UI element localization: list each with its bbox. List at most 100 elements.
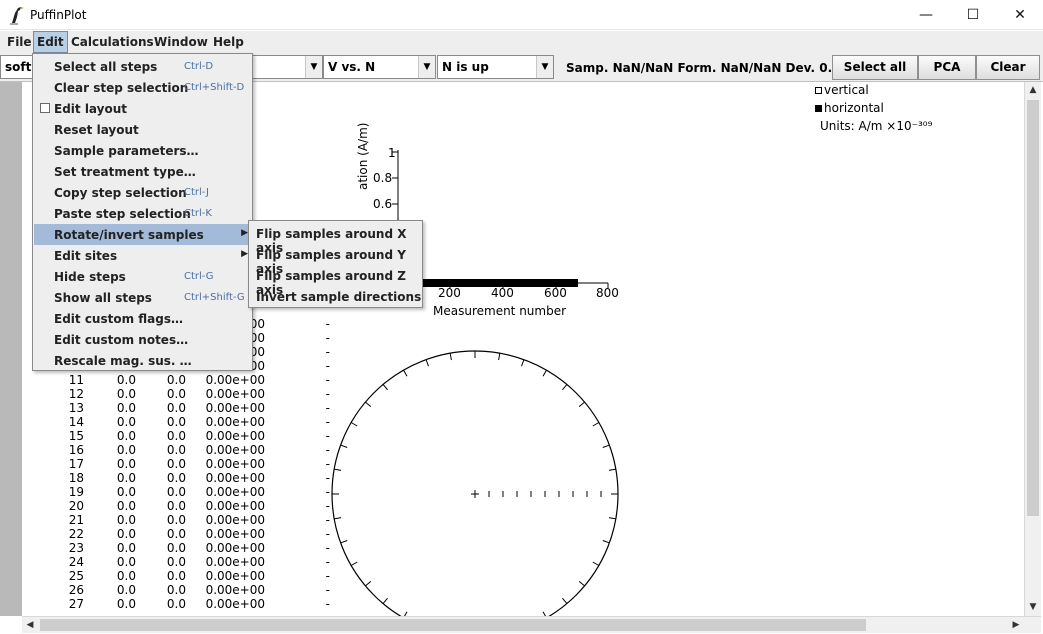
menu-item-sample-parameters[interactable]: Sample parameters… bbox=[34, 140, 253, 161]
scroll-left-icon[interactable]: ◀ bbox=[22, 617, 38, 633]
stereonet-rim-tick bbox=[365, 401, 372, 407]
row-intensity: 0.00e+00 bbox=[205, 429, 265, 443]
row-intensity: 0.00e+00 bbox=[205, 555, 265, 569]
menu-item-reset-layout[interactable]: Reset layout bbox=[34, 119, 253, 140]
menu-item-edit-layout[interactable]: Edit layout bbox=[34, 98, 253, 119]
stereonet-rim-tick bbox=[602, 540, 610, 544]
row-value-a: 0.0 bbox=[116, 555, 136, 569]
stereonet-rim-tick bbox=[382, 597, 388, 604]
menu-help[interactable]: Help bbox=[210, 31, 247, 53]
maximize-button[interactable]: ☐ bbox=[950, 0, 996, 30]
row-intensity: 0.00e+00 bbox=[205, 401, 265, 415]
row-value-a: 0.0 bbox=[116, 569, 136, 583]
stereonet-primitive-circle bbox=[331, 350, 619, 616]
vertical-scroll-thumb[interactable] bbox=[1027, 100, 1039, 516]
menu-window[interactable]: Window bbox=[151, 31, 211, 53]
row-flag: - bbox=[325, 317, 330, 331]
menu-item-label: Edit layout bbox=[54, 102, 128, 116]
row-flag: - bbox=[325, 555, 330, 569]
vertical-scrollbar[interactable]: ▲ ▼ bbox=[1024, 82, 1041, 616]
menu-item-label: Edit sites bbox=[54, 249, 118, 263]
menu-item-label: Edit custom notes… bbox=[54, 333, 189, 347]
stereonet-rim-tick bbox=[592, 561, 600, 566]
menu-item-set-treatment-type[interactable]: Set treatment type… bbox=[34, 161, 253, 182]
close-button[interactable]: ✕ bbox=[997, 0, 1043, 30]
menu-item-shortcut: Ctrl-K bbox=[184, 208, 212, 219]
select-all-button[interactable]: Select all bbox=[832, 55, 918, 80]
row-value-b: 0.0 bbox=[166, 387, 186, 401]
row-flag: - bbox=[325, 345, 330, 359]
menu-item-paste-step-selection[interactable]: Paste step selection Ctrl-K bbox=[34, 203, 253, 224]
checkbox-icon[interactable] bbox=[40, 103, 50, 113]
stereonet-rim-tick bbox=[334, 468, 342, 471]
submenu-item-flip-samples-around-z-axis[interactable]: Flip samples around Z axis bbox=[250, 265, 423, 297]
pca-button[interactable]: PCA bbox=[918, 55, 976, 80]
menu-item-select-all-steps[interactable]: Select all steps Ctrl-D bbox=[34, 56, 253, 77]
menu-file[interactable]: File bbox=[4, 31, 35, 53]
row-intensity: 0.00e+00 bbox=[205, 569, 265, 583]
stereonet-rim-tick bbox=[562, 597, 568, 604]
menu-item-rotate-invert-samples[interactable]: Rotate/invert samples ▶ bbox=[34, 224, 253, 245]
row-flag: - bbox=[325, 443, 330, 457]
menu-item-label: Sample parameters… bbox=[54, 144, 199, 158]
row-flag: - bbox=[325, 527, 330, 541]
menu-item-edit-custom-flags[interactable]: Edit custom flags… bbox=[34, 308, 253, 329]
row-number: 22 bbox=[68, 527, 84, 541]
menu-item-copy-step-selection[interactable]: Copy step selection Ctrl-J bbox=[34, 182, 253, 203]
menu-item-edit-custom-notes[interactable]: Edit custom notes… bbox=[34, 329, 253, 350]
window-title: PuffinPlot bbox=[30, 8, 87, 22]
menu-item-clear-step-selection[interactable]: Clear step selection Ctrl+Shift-D bbox=[34, 77, 253, 98]
projection-select[interactable]: V vs. N ▼ bbox=[323, 55, 436, 79]
menu-calculations[interactable]: Calculations bbox=[68, 31, 157, 53]
row-value-b: 0.0 bbox=[166, 555, 186, 569]
scroll-up-icon[interactable]: ▲ bbox=[1025, 82, 1041, 98]
horizontal-scroll-thumb[interactable] bbox=[40, 619, 866, 631]
left-panel-strip bbox=[0, 82, 22, 616]
demag-x-tick-label: 400 bbox=[491, 286, 514, 300]
orientation-select[interactable]: N is up ▼ bbox=[437, 55, 554, 79]
row-flag: - bbox=[325, 499, 330, 513]
row-number: 11 bbox=[68, 373, 84, 387]
chevron-down-icon: ▼ bbox=[536, 56, 553, 78]
row-intensity: 0.00e+00 bbox=[205, 541, 265, 555]
menu-item-show-all-steps[interactable]: Show all steps Ctrl+Shift-G bbox=[34, 287, 253, 308]
row-value-b: 0.0 bbox=[166, 443, 186, 457]
row-value-a: 0.0 bbox=[116, 499, 136, 513]
minimize-button[interactable]: — bbox=[903, 0, 949, 30]
menu-calculations-label: Calculations bbox=[71, 35, 154, 49]
menu-item-hide-steps[interactable]: Hide steps Ctrl-G bbox=[34, 266, 253, 287]
submenu-item-flip-samples-around-y-axis[interactable]: Flip samples around Y axis bbox=[250, 244, 423, 276]
row-flag: - bbox=[325, 331, 330, 345]
submenu-item-flip-samples-around-x-axis[interactable]: Flip samples around X axis bbox=[250, 223, 423, 255]
demag-x-tick-label: 800 bbox=[596, 286, 619, 300]
menu-item-edit-sites[interactable]: Edit sites ▶ bbox=[34, 245, 253, 266]
edit-menu-popup: Select all steps Ctrl-D Clear step selecti… bbox=[32, 53, 253, 371]
row-number: 15 bbox=[68, 429, 84, 443]
scroll-down-icon[interactable]: ▼ bbox=[1025, 599, 1041, 615]
clear-button[interactable]: Clear bbox=[976, 55, 1040, 80]
demag-x-tick-label: 600 bbox=[544, 286, 567, 300]
menu-window-label: Window bbox=[154, 35, 208, 49]
row-value-b: 0.0 bbox=[166, 527, 186, 541]
menu-item-label: Set treatment type… bbox=[54, 165, 196, 179]
menu-item-rescale-mag-sus[interactable]: Rescale mag. sus. … bbox=[34, 350, 253, 371]
row-number: 25 bbox=[68, 569, 84, 583]
menu-edit[interactable]: Edit bbox=[33, 31, 68, 53]
row-intensity: 0.00e+00 bbox=[205, 527, 265, 541]
row-value-b: 0.0 bbox=[166, 373, 186, 387]
legend-vertical: vertical bbox=[815, 83, 869, 97]
row-number: 14 bbox=[68, 415, 84, 429]
row-number: 16 bbox=[68, 443, 84, 457]
row-value-a: 0.0 bbox=[116, 401, 136, 415]
row-intensity: 0.00e+00 bbox=[205, 513, 265, 527]
row-value-a: 0.0 bbox=[116, 583, 136, 597]
stereonet-rim-tick bbox=[521, 359, 525, 367]
scroll-right-icon[interactable]: ▶ bbox=[1008, 617, 1024, 633]
submenu-item-invert-sample-directions[interactable]: Invert sample directions bbox=[250, 286, 423, 307]
horizontal-scrollbar[interactable]: ◀ ▶ bbox=[22, 616, 1041, 633]
stereonet-rim-tick bbox=[602, 444, 610, 448]
row-intensity: 0.00e+00 bbox=[205, 471, 265, 485]
row-value-a: 0.0 bbox=[116, 597, 136, 611]
menu-item-label: Rescale mag. sus. … bbox=[54, 354, 192, 368]
menu-item-label: Show all steps bbox=[54, 291, 152, 305]
